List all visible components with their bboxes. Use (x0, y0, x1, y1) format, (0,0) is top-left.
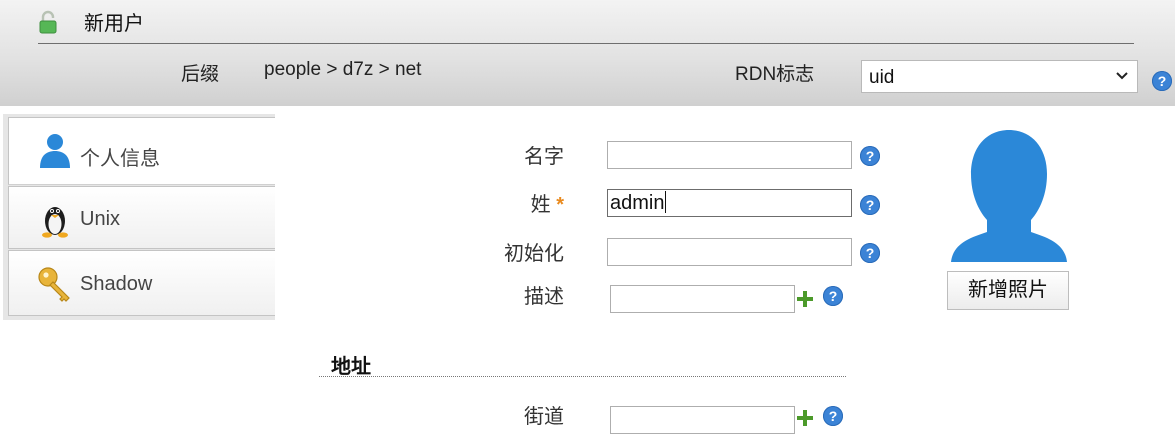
tab-shadow[interactable]: Shadow (8, 250, 275, 316)
tab-label: Unix (80, 208, 121, 230)
rdn-label: RDN标志 (735, 64, 815, 85)
title-divider (38, 43, 1134, 44)
suffix-value: people > d7z > net (264, 59, 422, 80)
tab-unix[interactable]: Unix (8, 186, 275, 249)
rdn-selected-value: uid (869, 67, 895, 88)
key-icon (38, 267, 70, 302)
tab-label: Shadow (80, 273, 153, 295)
rdn-help-icon[interactable]: ? (1152, 71, 1172, 91)
address-section-title: 地址 (331, 356, 371, 378)
chevron-down-icon (1116, 72, 1128, 80)
description-label: 描述 (524, 286, 564, 308)
description-input[interactable] (610, 285, 795, 313)
last-name-value: admin (610, 192, 665, 214)
rdn-select[interactable]: uid (861, 60, 1138, 93)
tab-personal-info[interactable]: 个人信息 (8, 117, 275, 185)
text-caret (665, 191, 667, 213)
required-marker: * (556, 194, 564, 216)
page-title: 新用户 (84, 13, 144, 35)
first-name-help-icon[interactable]: ? (860, 146, 880, 166)
first-name-input[interactable] (607, 141, 852, 169)
penguin-icon (42, 207, 68, 238)
tab-label: 个人信息 (80, 148, 160, 170)
street-label: 街道 (524, 406, 564, 428)
unlocked-padlock-icon (39, 10, 57, 34)
first-name-label: 名字 (524, 146, 564, 168)
add-description-icon[interactable] (797, 291, 813, 307)
add-photo-button[interactable]: 新增照片 (947, 271, 1069, 310)
last-name-input[interactable]: admin (607, 189, 852, 217)
initials-label: 初始化 (504, 243, 564, 265)
last-name-help-icon[interactable]: ? (860, 195, 880, 215)
street-input[interactable] (610, 406, 795, 434)
initials-input[interactable] (607, 238, 852, 266)
header-bar: 新用户 后缀 people > d7z > net RDN标志 uid ? (0, 0, 1175, 106)
section-divider (319, 376, 846, 377)
last-name-label: 姓 * (444, 188, 564, 217)
initials-help-icon[interactable]: ? (860, 243, 880, 263)
suffix-label: 后缀 (181, 64, 220, 85)
user-photo-placeholder (951, 130, 1067, 262)
tab-list: 个人信息 Unix Shadow (3, 114, 275, 320)
description-help-icon[interactable]: ? (823, 286, 843, 306)
street-help-icon[interactable]: ? (823, 406, 843, 426)
person-icon (40, 134, 70, 168)
add-street-icon[interactable] (797, 410, 813, 426)
last-name-label-text: 姓 (530, 194, 551, 216)
